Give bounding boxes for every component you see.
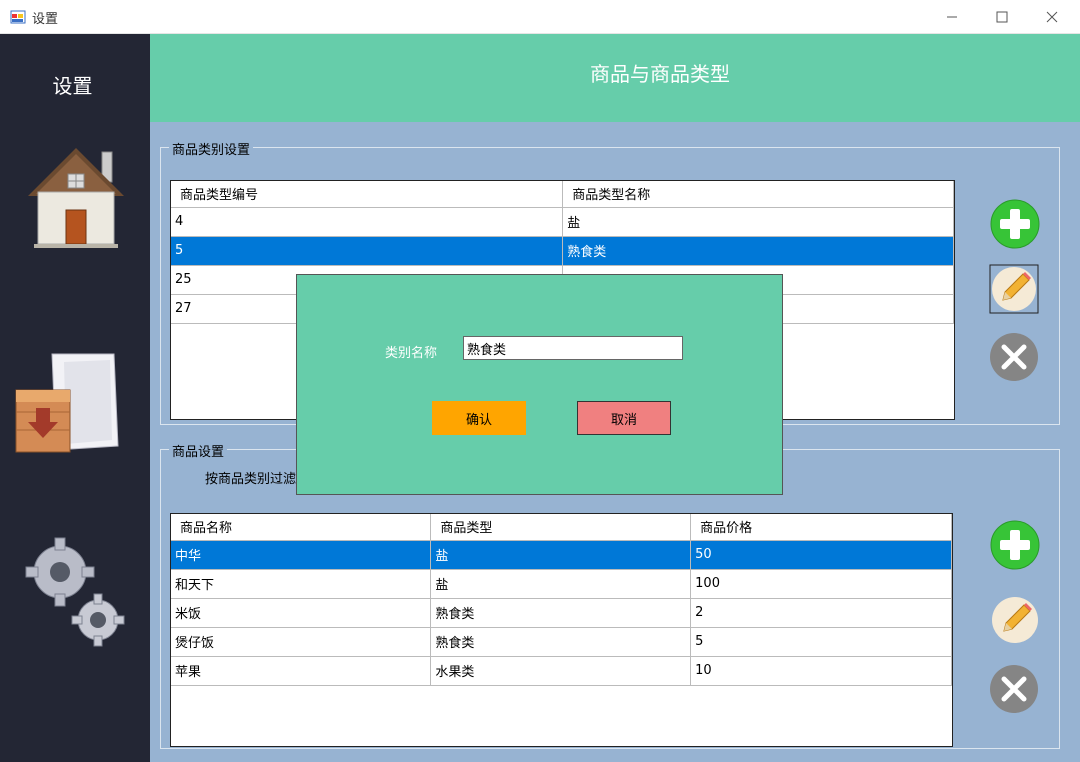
cell-product-name[interactable]: 和天下 — [171, 569, 432, 599]
close-window-button[interactable] — [1027, 0, 1077, 34]
page-title: 商品与商品类型 — [590, 62, 730, 86]
cell-product-type[interactable]: 熟食类 — [430, 627, 692, 657]
table-row[interactable]: 煲仔饭 熟食类 5 — [171, 627, 952, 657]
cell-product-name[interactable]: 苹果 — [171, 656, 432, 686]
cell-category-name[interactable]: 盐 — [562, 207, 954, 237]
table-row[interactable]: 4 盐 — [171, 207, 954, 237]
table-row[interactable]: 米饭 熟食类 2 — [171, 598, 952, 628]
category-grid-header: 商品类型编号 商品类型名称 — [171, 181, 954, 208]
category-name-input[interactable] — [463, 336, 683, 360]
cell-product-price[interactable]: 100 — [690, 569, 952, 599]
close-icon — [1046, 11, 1058, 23]
filter-by-category-label: 按商品类别过滤 — [205, 472, 297, 487]
app-icon — [10, 10, 26, 24]
cancel-button[interactable]: 取消 — [577, 401, 671, 435]
edit-product-button[interactable] — [990, 595, 1040, 645]
sidebar-title: 设置 — [52, 74, 93, 98]
add-product-button[interactable] — [990, 520, 1040, 570]
minimize-button[interactable] — [927, 0, 977, 34]
title-bar: 设置 — [0, 0, 1080, 34]
category-name-label: 类别名称 — [385, 346, 438, 361]
table-row-selected[interactable]: 中华 盐 50 — [171, 540, 952, 570]
add-category-button[interactable] — [990, 199, 1040, 249]
window-title: 设置 — [32, 12, 59, 27]
maximize-button[interactable] — [977, 0, 1027, 34]
product-grid[interactable]: 商品名称 商品类型 商品价格 中华 盐 50 和天下 盐 100 米饭 熟食类 … — [170, 513, 953, 747]
import-icon[interactable] — [14, 350, 122, 458]
cell-product-price[interactable]: 5 — [690, 627, 952, 657]
product-group-legend: 商品设置 — [169, 441, 228, 460]
table-row-selected[interactable]: 5 熟食类 — [171, 236, 954, 266]
category-group-legend: 商品类别设置 — [169, 139, 254, 158]
cell-product-price[interactable]: 2 — [690, 598, 952, 628]
confirm-button[interactable]: 确认 — [432, 401, 526, 435]
delete-product-button[interactable] — [989, 664, 1039, 714]
minimize-icon — [947, 16, 957, 18]
table-row[interactable]: 和天下 盐 100 — [171, 569, 952, 599]
cell-product-name[interactable]: 米饭 — [171, 598, 432, 628]
cell-category-id[interactable]: 4 — [171, 207, 564, 237]
cell-product-type[interactable]: 熟食类 — [430, 598, 692, 628]
cell-product-type[interactable]: 水果类 — [430, 656, 692, 686]
cell-category-id[interactable]: 5 — [171, 236, 564, 266]
maximize-icon — [996, 11, 1008, 23]
cell-category-name[interactable]: 熟食类 — [562, 236, 954, 266]
table-row[interactable]: 苹果 水果类 10 — [171, 656, 952, 686]
cell-product-name[interactable]: 煲仔饭 — [171, 627, 432, 657]
cell-product-type[interactable]: 盐 — [430, 540, 692, 570]
column-header-product-name[interactable]: 商品名称 — [171, 514, 432, 541]
sidebar: 设置 — [0, 34, 150, 762]
home-icon[interactable] — [26, 144, 126, 248]
edit-category-dialog: 类别名称 确认 取消 — [296, 274, 783, 495]
settings-gears-icon[interactable] — [24, 536, 128, 674]
column-header-product-type[interactable]: 商品类型 — [430, 514, 692, 541]
cell-product-name[interactable]: 中华 — [171, 540, 432, 570]
product-grid-header: 商品名称 商品类型 商品价格 — [171, 514, 952, 541]
column-header-category-id[interactable]: 商品类型编号 — [171, 181, 564, 208]
column-header-product-price[interactable]: 商品价格 — [690, 514, 952, 541]
edit-category-button[interactable] — [989, 264, 1039, 314]
cell-product-price[interactable]: 50 — [690, 540, 952, 570]
cell-product-type[interactable]: 盐 — [430, 569, 692, 599]
header: 商品与商品类型 — [150, 34, 1080, 122]
delete-category-button[interactable] — [989, 332, 1039, 382]
column-header-category-name[interactable]: 商品类型名称 — [562, 181, 954, 208]
cell-product-price[interactable]: 10 — [690, 656, 952, 686]
